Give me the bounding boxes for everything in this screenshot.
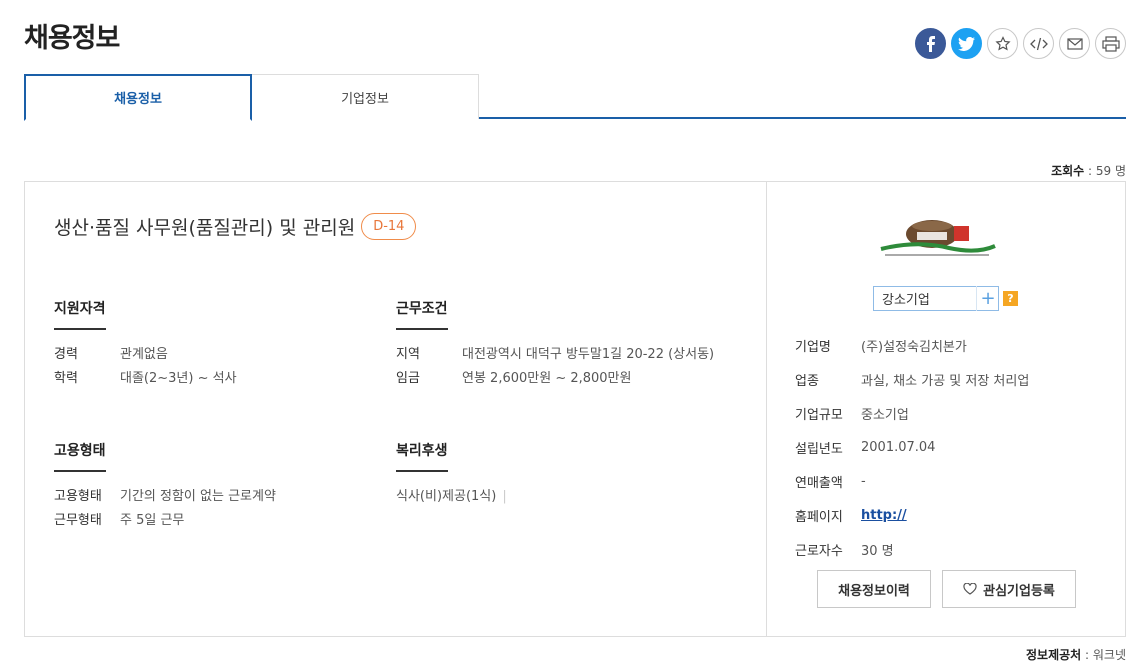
job-title: 생산·품질 사무원(품질관리) 및 관리원 (54, 217, 356, 239)
company-info-row: 설립년도 2001.07.04 (795, 430, 1029, 464)
help-icon[interactable]: ? (1003, 291, 1018, 306)
conditions-heading: 근무조건 (396, 298, 448, 330)
tab-job-info[interactable]: 채용정보 (24, 74, 252, 121)
info-provider: 정보제공처 : 워크넷 (1026, 646, 1126, 663)
favorite-label: 관심기업등록 (983, 583, 1055, 599)
tab-bar: 채용정보 기업정보 (24, 74, 1126, 121)
row-key: 지역 (396, 347, 420, 362)
annual-sales: - (861, 473, 866, 489)
qualification-row: 학력 대졸(2~3년) ~ 석사 (54, 367, 237, 391)
row-value: 관계없음 (120, 347, 168, 362)
company-logo (877, 212, 1017, 266)
row-value: 주 5일 근무 (120, 513, 185, 528)
row-key: 고용형태 (54, 489, 102, 504)
info-key: 연매출액 (795, 475, 843, 491)
industry: 과실, 채소 가공 및 저장 처리업 (861, 373, 1030, 389)
heart-icon (963, 583, 977, 595)
info-key: 기업명 (795, 339, 831, 355)
qualification-section: 지원자격 경력 관계없음 학력 대졸(2~3년) ~ 석사 (54, 298, 237, 391)
founded-date: 2001.07.04 (861, 439, 936, 455)
row-value: 대전광역시 대덕구 방두말1길 20-22 (상서동) (462, 347, 715, 362)
conditions-row: 임금 연봉 2,600만원 ~ 2,800만원 (396, 367, 714, 391)
employment-heading: 고용형태 (54, 440, 106, 472)
view-count-label: 조회수 (1051, 164, 1085, 178)
conditions-row: 지역 대전광역시 대덕구 방두말1길 20-22 (상서동) (396, 343, 714, 367)
favorite-company-button[interactable]: 관심기업등록 (942, 570, 1076, 608)
welfare-section: 복리후생 식사(비)제공(1식) | (396, 440, 507, 509)
job-history-button[interactable]: 채용정보이력 (817, 570, 931, 608)
row-value: 연봉 2,600만원 ~ 2,800만원 (462, 371, 632, 386)
welfare-heading: 복리후생 (396, 440, 448, 472)
qualification-row: 경력 관계없음 (54, 343, 237, 367)
info-key: 기업규모 (795, 407, 843, 423)
embed-icon[interactable] (1023, 28, 1054, 59)
provider-label: 정보제공처 (1026, 648, 1082, 662)
employment-row: 근무형태 주 5일 근무 (54, 509, 276, 533)
facebook-icon[interactable] (915, 28, 946, 59)
company-panel: 강소기업 + ? 기업명 (주)설정숙김치본가 업종 과실, 채소 가공 및 저장 … (766, 182, 1125, 636)
row-value: 대졸(2~3년) ~ 석사 (120, 371, 237, 386)
page-title: 채용정보 (24, 23, 120, 54)
plus-icon[interactable]: + (976, 286, 999, 311)
welfare-row: 식사(비)제공(1식) | (396, 485, 507, 509)
conditions-section: 근무조건 지역 대전광역시 대덕구 방두말1길 20-22 (상서동) 임금 연봉 … (396, 298, 714, 391)
view-count-value: : 59 명 (1084, 164, 1126, 178)
company-name: (주)설정숙김치본가 (861, 339, 967, 355)
info-key: 홈페이지 (795, 509, 843, 525)
share-toolbar (915, 28, 1126, 59)
row-key: 근무형태 (54, 513, 102, 528)
row-key: 임금 (396, 371, 420, 386)
mail-icon[interactable] (1059, 28, 1090, 59)
employment-row: 고용형태 기간의 정함이 없는 근로계약 (54, 485, 276, 509)
company-info-list: 기업명 (주)설정숙김치본가 업종 과실, 채소 가공 및 저장 처리업 기업규모 중… (795, 328, 1029, 566)
view-count: 조회수 : 59 명 (1051, 162, 1126, 179)
info-key: 업종 (795, 373, 819, 389)
row-key: 학력 (54, 371, 78, 386)
dday-badge: D-14 (361, 213, 417, 240)
company-info-row: 연매출액 - (795, 464, 1029, 498)
qualification-heading: 지원자격 (54, 298, 106, 330)
provider-value: : 워크넷 (1081, 648, 1126, 662)
company-info-row: 기업명 (주)설정숙김치본가 (795, 328, 1029, 362)
job-title-row: 생산·품질 사무원(품질관리) 및 관리원 D-14 (54, 213, 417, 240)
company-info-row: 기업규모 중소기업 (795, 396, 1029, 430)
welfare-items: 식사(비)제공(1식) (396, 489, 497, 504)
employment-section: 고용형태 고용형태 기간의 정함이 없는 근로계약 근무형태 주 5일 근무 (54, 440, 276, 533)
star-icon[interactable] (987, 28, 1018, 59)
info-key: 설립년도 (795, 441, 843, 457)
company-info-row: 홈페이지 http:// (795, 498, 1029, 532)
twitter-icon[interactable] (951, 28, 982, 59)
company-info-row: 근로자수 30 명 (795, 532, 1029, 566)
job-card: 생산·품질 사무원(품질관리) 및 관리원 D-14 지원자격 경력 관계없음 학… (24, 181, 1126, 637)
homepage-link[interactable]: http:// (861, 508, 907, 523)
row-key: 경력 (54, 347, 78, 362)
company-info-row: 업종 과실, 채소 가공 및 저장 처리업 (795, 362, 1029, 396)
welfare-divider: | (502, 489, 507, 504)
info-key: 근로자수 (795, 543, 843, 559)
tab-company-info[interactable]: 기업정보 (251, 74, 479, 119)
row-value: 기간의 정함이 없는 근로계약 (120, 489, 276, 504)
print-icon[interactable] (1095, 28, 1126, 59)
company-size: 중소기업 (861, 407, 909, 423)
employee-count: 30 명 (861, 543, 894, 559)
